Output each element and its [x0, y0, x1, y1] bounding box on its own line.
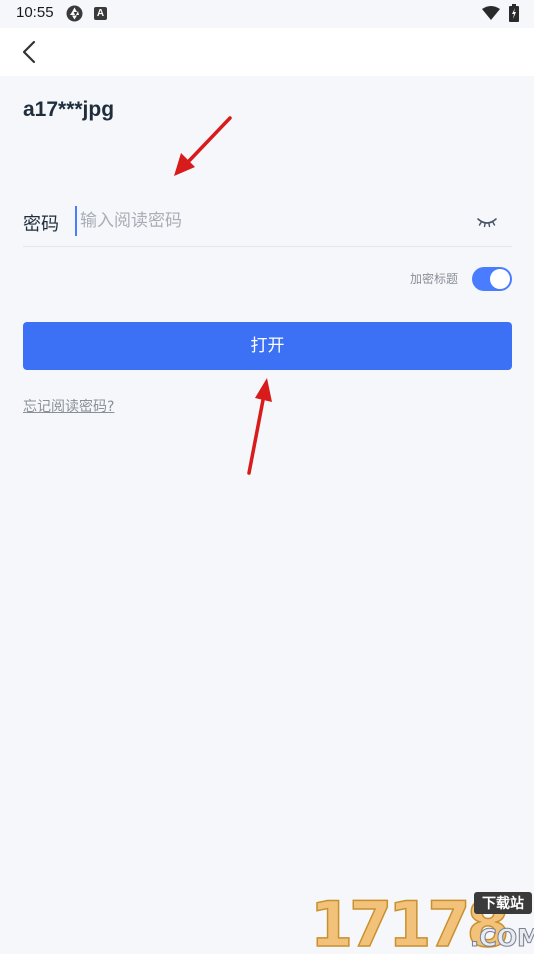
annotation-arrows — [174, 116, 272, 475]
password-input[interactable] — [75, 206, 470, 236]
arrow-to-open-button-icon — [247, 378, 272, 475]
watermark-domain: .COM — [470, 924, 534, 950]
watermark-badge: 下载站 — [482, 895, 524, 912]
forgot-password-link[interactable]: 忘记阅读密码? — [23, 396, 114, 416]
encrypt-title-toggle[interactable] — [472, 267, 512, 291]
watermark-logo-icon: 17178 下载站 .COM — [309, 887, 534, 954]
toggle-knob — [490, 269, 510, 289]
password-row: 密码 — [23, 200, 512, 247]
app-notification-icon — [66, 5, 83, 22]
arrow-to-password-icon — [174, 116, 232, 176]
back-chevron-icon[interactable] — [14, 36, 46, 68]
encrypt-title-label: 加密标题 — [410, 272, 459, 286]
watermark-logo: 17178 下载站 .COM — [308, 884, 534, 954]
eye-closed-icon[interactable] — [475, 212, 499, 232]
password-label: 密码 — [23, 214, 59, 235]
open-button[interactable]: 打开 — [23, 322, 512, 370]
top-nav-bar — [0, 28, 534, 76]
battery-icon — [509, 4, 519, 22]
wifi-icon — [482, 6, 500, 20]
status-bar: 10:55 A — [0, 0, 534, 28]
file-name-title: a17***jpg — [23, 98, 115, 121]
keyboard-notification-icon: A — [94, 7, 107, 20]
status-time: 10:55 — [16, 4, 54, 21]
